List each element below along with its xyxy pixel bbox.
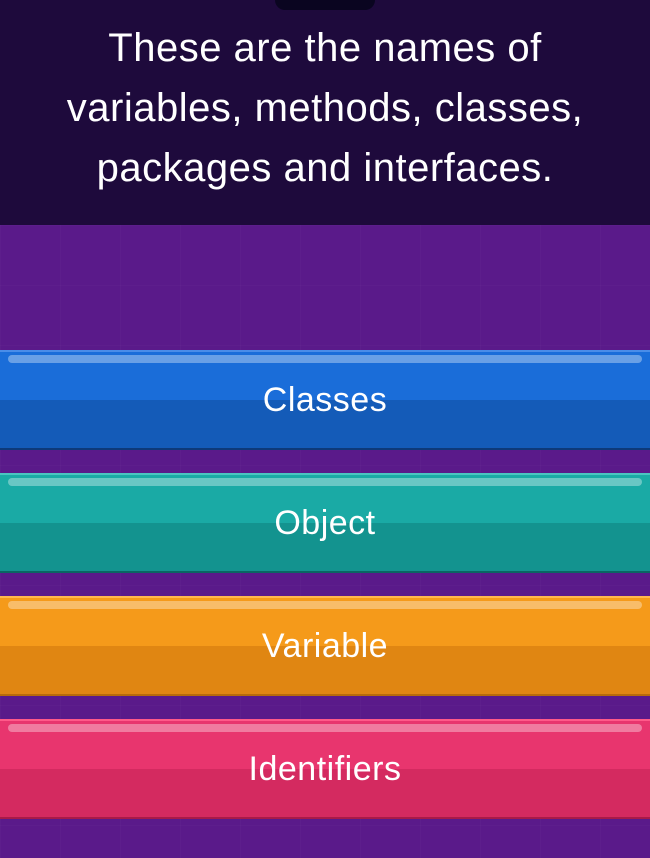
answer-label: Classes <box>263 381 387 420</box>
answer-label: Object <box>274 504 375 543</box>
answer-label: Identifiers <box>249 750 402 789</box>
answer-option-4[interactable]: Identifiers <box>0 719 650 819</box>
answers-panel: Classes Object Variable Identifiers <box>0 225 650 858</box>
answer-option-3[interactable]: Variable <box>0 596 650 696</box>
question-text: These are the names of variables, method… <box>15 18 635 198</box>
question-panel: These are the names of variables, method… <box>0 0 650 225</box>
answer-option-1[interactable]: Classes <box>0 350 650 450</box>
answer-label: Variable <box>262 627 388 666</box>
drag-handle[interactable] <box>275 0 375 10</box>
answer-option-2[interactable]: Object <box>0 473 650 573</box>
